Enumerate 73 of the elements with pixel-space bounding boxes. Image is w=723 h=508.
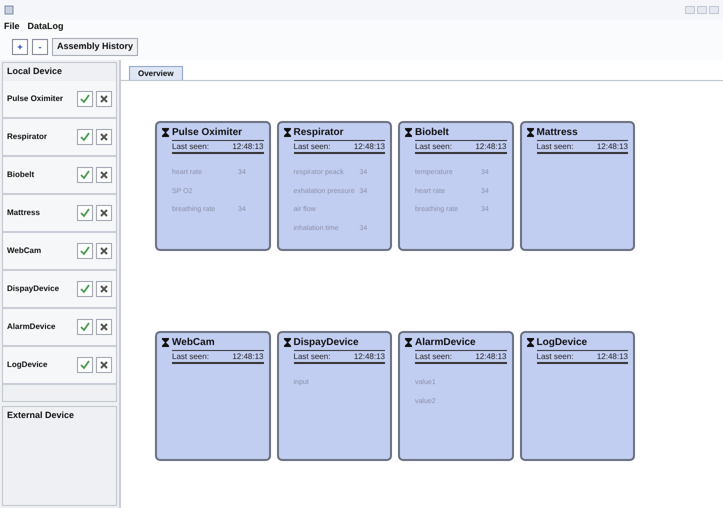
hourglass-icon: [405, 128, 412, 137]
last-seen-label: Last seen:: [415, 351, 452, 362]
hourglass-icon: [162, 338, 169, 347]
last-seen-label: Last seen:: [172, 351, 209, 362]
remove-button[interactable]: -: [32, 39, 48, 55]
hourglass-icon: [526, 338, 534, 347]
last-seen-label: Last seen:: [294, 351, 330, 362]
hourglass-icon: [162, 128, 169, 137]
reject-button[interactable]: [96, 242, 112, 258]
last-seen-time: 12:48:13: [596, 351, 628, 362]
tab[interactable]: Overview: [129, 66, 183, 80]
reject-button[interactable]: [96, 204, 112, 220]
last-seen-time: 12:48:13: [475, 141, 506, 152]
accept-button[interactable]: [77, 318, 93, 334]
last-seen-time: 12:48:13: [232, 141, 264, 152]
group-title: External Device: [7, 410, 74, 420]
card-title: DispayDevice: [294, 336, 359, 350]
last-seen-label: Last seen:: [415, 141, 452, 152]
card-title: WebCam: [172, 336, 215, 350]
last-seen-label: Last seen:: [172, 141, 209, 152]
card-title: Mattress: [536, 126, 578, 140]
check-icon: [80, 246, 90, 256]
last-seen-time: 12:48:13: [475, 351, 506, 362]
check-icon: [80, 322, 90, 332]
card-title: Pulse Oximiter: [172, 126, 242, 140]
reject-button[interactable]: [96, 90, 112, 106]
last-seen-time: 12:48:13: [354, 351, 385, 362]
assembly-history-button[interactable]: Assembly History: [52, 38, 138, 56]
device-label: AlarmDevice: [7, 320, 56, 332]
device-label: Mattress: [7, 206, 41, 218]
card-title: AlarmDevice: [415, 336, 476, 350]
hourglass-icon: [284, 338, 290, 347]
device-label: DispayDevice: [7, 282, 60, 294]
reject-button[interactable]: [96, 166, 112, 182]
menu-item[interactable]: File: [4, 20, 20, 34]
last-seen-time: 12:48:13: [232, 351, 264, 362]
reject-button[interactable]: [96, 280, 112, 296]
last-seen-label: Last seen:: [536, 351, 574, 362]
last-seen-time: 12:48:13: [354, 141, 385, 152]
add-button[interactable]: +: [12, 39, 28, 55]
app-icon: [4, 5, 14, 15]
check-icon: [80, 94, 90, 104]
check-icon: [80, 360, 90, 370]
check-icon: [80, 208, 90, 218]
hourglass-icon: [284, 128, 290, 137]
reject-button[interactable]: [96, 318, 112, 334]
accept-button[interactable]: [77, 242, 93, 258]
accept-button[interactable]: [77, 356, 93, 372]
last-seen-time: 12:48:13: [596, 141, 628, 152]
accept-button[interactable]: [77, 90, 93, 106]
check-icon: [80, 132, 90, 142]
hourglass-icon: [526, 128, 534, 137]
accept-button[interactable]: [77, 204, 93, 220]
group-title: Local Device: [7, 66, 62, 76]
card-title: LogDevice: [536, 336, 588, 350]
check-icon: [80, 170, 90, 180]
device-label: Respirator: [7, 130, 48, 142]
accept-button[interactable]: [77, 280, 93, 296]
device-label: Pulse Oximiter: [7, 92, 64, 104]
check-icon: [80, 284, 90, 294]
last-seen-label: Last seen:: [536, 141, 574, 152]
device-label: WebCam: [7, 244, 42, 256]
accept-button[interactable]: [77, 128, 93, 144]
reject-button[interactable]: [96, 356, 112, 372]
last-seen-label: Last seen:: [294, 141, 330, 152]
accept-button[interactable]: [77, 166, 93, 182]
card-title: Respirator: [294, 126, 344, 140]
hourglass-icon: [405, 338, 412, 347]
reject-button[interactable]: [96, 128, 112, 144]
device-label: Biobelt: [7, 168, 36, 180]
menu-item[interactable]: DataLog: [28, 20, 64, 34]
device-label: LogDevice: [7, 358, 48, 370]
card-title: Biobelt: [415, 126, 449, 140]
